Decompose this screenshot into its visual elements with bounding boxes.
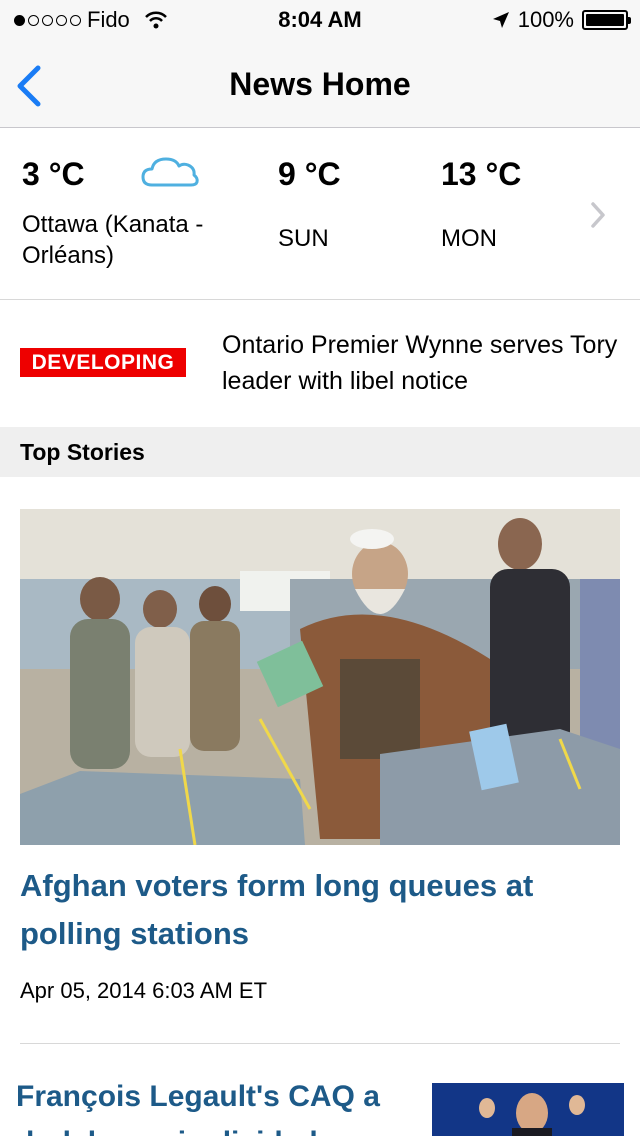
section-header: Top Stories bbox=[0, 427, 640, 477]
current-location: Ottawa (Kanata - Orléans) bbox=[22, 211, 204, 269]
polling-station-photo bbox=[20, 509, 620, 845]
chevron-right-icon[interactable] bbox=[590, 201, 606, 229]
story-headline[interactable]: Afghan voters form long queues at pollin… bbox=[20, 862, 620, 958]
forecast-day: MON bbox=[441, 225, 497, 252]
developing-headline: Ontario Premier Wynne serves Tory leader… bbox=[222, 331, 618, 395]
current-temperature: 3 °C bbox=[22, 156, 85, 192]
forecast-day: SUN bbox=[278, 225, 329, 252]
battery-percentage: 100% bbox=[517, 7, 574, 32]
story-image[interactable] bbox=[20, 509, 620, 845]
cloud-icon bbox=[141, 157, 199, 187]
location-arrow-icon bbox=[492, 12, 509, 28]
developing-badge: DEVELOPING bbox=[20, 348, 186, 377]
story-thumbnail[interactable] bbox=[432, 1083, 624, 1136]
page-title: News Home bbox=[229, 66, 411, 102]
story-timestamp: Apr 05, 2014 6:03 AM ET bbox=[20, 978, 268, 1003]
weather-widget[interactable]: 3 °C Ottawa (Kanata - Orléans) 9 °C SUN … bbox=[0, 129, 640, 300]
forecast-temperature: 13 °C bbox=[441, 156, 522, 192]
story-headline[interactable]: François Legault's CAQ a dark horse in d… bbox=[16, 1074, 406, 1136]
developing-story[interactable]: DEVELOPING Ontario Premier Wynne serves … bbox=[0, 300, 640, 427]
story-thumbnail-photo bbox=[432, 1083, 624, 1136]
section-title: Top Stories bbox=[20, 439, 145, 465]
forecast-temperature: 9 °C bbox=[278, 156, 341, 192]
status-right: 100% bbox=[492, 7, 631, 33]
battery-icon bbox=[582, 10, 631, 30]
divider bbox=[20, 1043, 620, 1044]
navigation-bar: News Home bbox=[0, 40, 640, 128]
status-bar: Fido 8:04 AM 100% bbox=[0, 0, 640, 40]
